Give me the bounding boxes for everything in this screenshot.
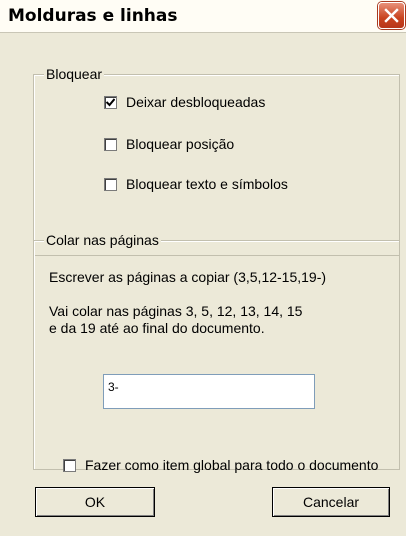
checkbox-row-bloquear-texto[interactable]: Bloquear texto e símbolos xyxy=(104,175,288,193)
group-bloquear-legend: Bloquear xyxy=(44,66,105,82)
ok-button[interactable]: OK xyxy=(35,487,155,517)
checkbox-row-global[interactable]: Fazer como item global para todo o docum… xyxy=(63,456,378,474)
window-title: Molduras e linhas xyxy=(8,6,178,26)
checkbox-label: Bloquear posição xyxy=(126,136,235,152)
paste-result-line-2: e da 19 até ao final do documento. xyxy=(49,320,265,336)
cancel-button[interactable]: Cancelar xyxy=(272,487,390,517)
checkbox-bloquear-texto[interactable] xyxy=(104,177,117,191)
close-button[interactable] xyxy=(378,2,405,29)
checkbox-label: Bloquear texto e símbolos xyxy=(126,176,288,192)
close-icon xyxy=(384,8,399,23)
pages-input[interactable]: 3- xyxy=(103,374,315,409)
checkbox-row-deixar-desbloqueadas[interactable]: Deixar desbloqueadas xyxy=(104,93,265,111)
group-colar-legend: Colar nas páginas xyxy=(44,232,161,248)
checkbox-bloquear-posicao[interactable] xyxy=(104,137,117,151)
paste-result-line-1: Vai colar nas páginas 3, 5, 12, 13, 14, … xyxy=(49,303,303,319)
paste-instruction: Escrever as páginas a copiar (3,5,12-15,… xyxy=(49,269,327,285)
checkbox-row-bloquear-posicao[interactable]: Bloquear posição xyxy=(104,135,234,153)
title-bar[interactable]: Molduras e linhas xyxy=(0,0,406,33)
checkbox-deixar-desbloqueadas[interactable] xyxy=(104,95,117,109)
checkbox-label: Deixar desbloqueadas xyxy=(126,94,266,110)
checkmark-icon xyxy=(106,97,115,106)
checkbox-global-item[interactable] xyxy=(63,458,76,472)
dialog-body: Bloquear Deixar desbloqueadas Bloquear p… xyxy=(0,33,406,536)
checkbox-label: Fazer como item global para todo o docum… xyxy=(85,457,379,473)
